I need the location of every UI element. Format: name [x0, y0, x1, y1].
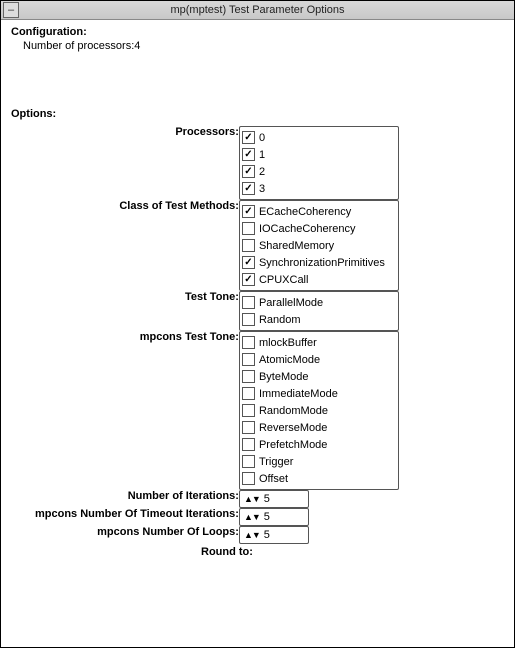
checkbox[interactable] [242, 438, 255, 451]
test-tone-label: Test Tone: [185, 291, 239, 303]
checkbox-row[interactable]: CPUXCall [242, 271, 392, 288]
checkbox[interactable] [242, 472, 255, 485]
mpcons-timeout-spinner[interactable]: ▲▼ 5 [239, 508, 309, 526]
checkbox[interactable] [242, 273, 255, 286]
checkbox-row[interactable]: PrefetchMode [242, 436, 392, 453]
checkbox-row[interactable]: ECacheCoherency [242, 203, 392, 220]
checkbox-label: mlockBuffer [259, 337, 317, 349]
checkbox-row[interactable]: 0 [242, 129, 392, 146]
checkbox-row[interactable]: ByteMode [242, 368, 392, 385]
class-methods-label: Class of Test Methods: [119, 200, 239, 212]
checkbox-row[interactable]: ParallelMode [242, 294, 392, 311]
checkbox-row[interactable]: mlockBuffer [242, 334, 392, 351]
spinner-arrows-icon[interactable]: ▲▼ [244, 530, 260, 540]
checkbox-label: 3 [259, 183, 265, 195]
checkbox-label: ImmediateMode [259, 388, 338, 400]
mpcons-timeout-value: 5 [264, 511, 270, 523]
mpcons-test-tone-label: mpcons Test Tone: [140, 331, 239, 343]
class-methods-checklist: ECacheCoherency IOCacheCoherency SharedMem… [239, 200, 399, 291]
mpcons-loops-value: 5 [264, 529, 270, 541]
checkbox[interactable] [242, 387, 255, 400]
spinner-arrows-icon[interactable]: ▲▼ [244, 512, 260, 522]
checkbox[interactable] [242, 239, 255, 252]
mpcons-loops-spinner[interactable]: ▲▼ 5 [239, 526, 309, 544]
checkbox-label: ReverseMode [259, 422, 327, 434]
checkbox-label: ByteMode [259, 371, 309, 383]
processors-checklist: 0 1 2 3 [239, 126, 399, 200]
checkbox-label: 1 [259, 149, 265, 161]
checkbox-row[interactable]: ImmediateMode [242, 385, 392, 402]
window: – mp(mptest) Test Parameter Options Conf… [0, 0, 515, 648]
checkbox-label: IOCacheCoherency [259, 223, 356, 235]
checkbox[interactable] [242, 421, 255, 434]
num-iterations-spinner[interactable]: ▲▼ 5 [239, 490, 309, 508]
checkbox[interactable] [242, 205, 255, 218]
checkbox-row[interactable]: Offset [242, 470, 392, 487]
checkbox[interactable] [242, 131, 255, 144]
checkbox-row[interactable]: 1 [242, 146, 392, 163]
checkbox[interactable] [242, 370, 255, 383]
options-form: Processors: 0123 Class of Test Methods: … [35, 126, 399, 544]
num-iterations-label: Number of Iterations: [128, 490, 239, 502]
test-tone-checklist: ParallelMode Random [239, 291, 399, 331]
checkbox-row[interactable]: RandomMode [242, 402, 392, 419]
checkbox-label: Random [259, 314, 301, 326]
checkbox[interactable] [242, 148, 255, 161]
checkbox-label: ParallelMode [259, 297, 323, 309]
checkbox[interactable] [242, 313, 255, 326]
checkbox-label: SynchronizationPrimitives [259, 257, 385, 269]
checkbox-row[interactable]: 2 [242, 163, 392, 180]
checkbox-label: PrefetchMode [259, 439, 327, 451]
mpcons-test-tone-checklist: mlockBuffer AtomicMode ByteMode ImmediateMo… [239, 331, 399, 490]
checkbox[interactable] [242, 404, 255, 417]
checkbox-row[interactable]: IOCacheCoherency [242, 220, 392, 237]
checkbox-row[interactable]: Trigger [242, 453, 392, 470]
checkbox-label: Offset [259, 473, 288, 485]
checkbox-label: Trigger [259, 456, 293, 468]
checkbox-row[interactable]: SharedMemory [242, 237, 392, 254]
checkbox[interactable] [242, 336, 255, 349]
options-label: Options: [11, 108, 506, 120]
checkbox-label: CPUXCall [259, 274, 309, 286]
checkbox-label: SharedMemory [259, 240, 334, 252]
checkbox-row[interactable]: Random [242, 311, 392, 328]
mpcons-loops-label: mpcons Number Of Loops: [97, 526, 239, 538]
num-iterations-value: 5 [264, 493, 270, 505]
processors-label: Processors: [175, 126, 239, 138]
checkbox-label: RandomMode [259, 405, 328, 417]
round-to-label: Round to: [201, 546, 506, 558]
checkbox[interactable] [242, 256, 255, 269]
window-title: mp(mptest) Test Parameter Options [1, 4, 514, 16]
checkbox[interactable] [242, 222, 255, 235]
checkbox-label: 2 [259, 166, 265, 178]
checkbox-row[interactable]: 3 [242, 180, 392, 197]
checkbox-row[interactable]: ReverseMode [242, 419, 392, 436]
checkbox[interactable] [242, 353, 255, 366]
checkbox[interactable] [242, 165, 255, 178]
checkbox[interactable] [242, 296, 255, 309]
checkbox-row[interactable]: AtomicMode [242, 351, 392, 368]
client-area: Configuration: Number of processors:4 Op… [1, 20, 514, 648]
mpcons-timeout-label: mpcons Number Of Timeout Iterations: [35, 508, 239, 520]
checkbox[interactable] [242, 182, 255, 195]
checkbox-row[interactable]: SynchronizationPrimitives [242, 254, 392, 271]
titlebar: – mp(mptest) Test Parameter Options [1, 1, 514, 20]
configuration-label: Configuration: [11, 26, 506, 38]
checkbox[interactable] [242, 455, 255, 468]
checkbox-label: ECacheCoherency [259, 206, 351, 218]
spinner-arrows-icon[interactable]: ▲▼ [244, 494, 260, 504]
configuration-value: Number of processors:4 [23, 40, 506, 52]
checkbox-label: AtomicMode [259, 354, 320, 366]
checkbox-label: 0 [259, 132, 265, 144]
